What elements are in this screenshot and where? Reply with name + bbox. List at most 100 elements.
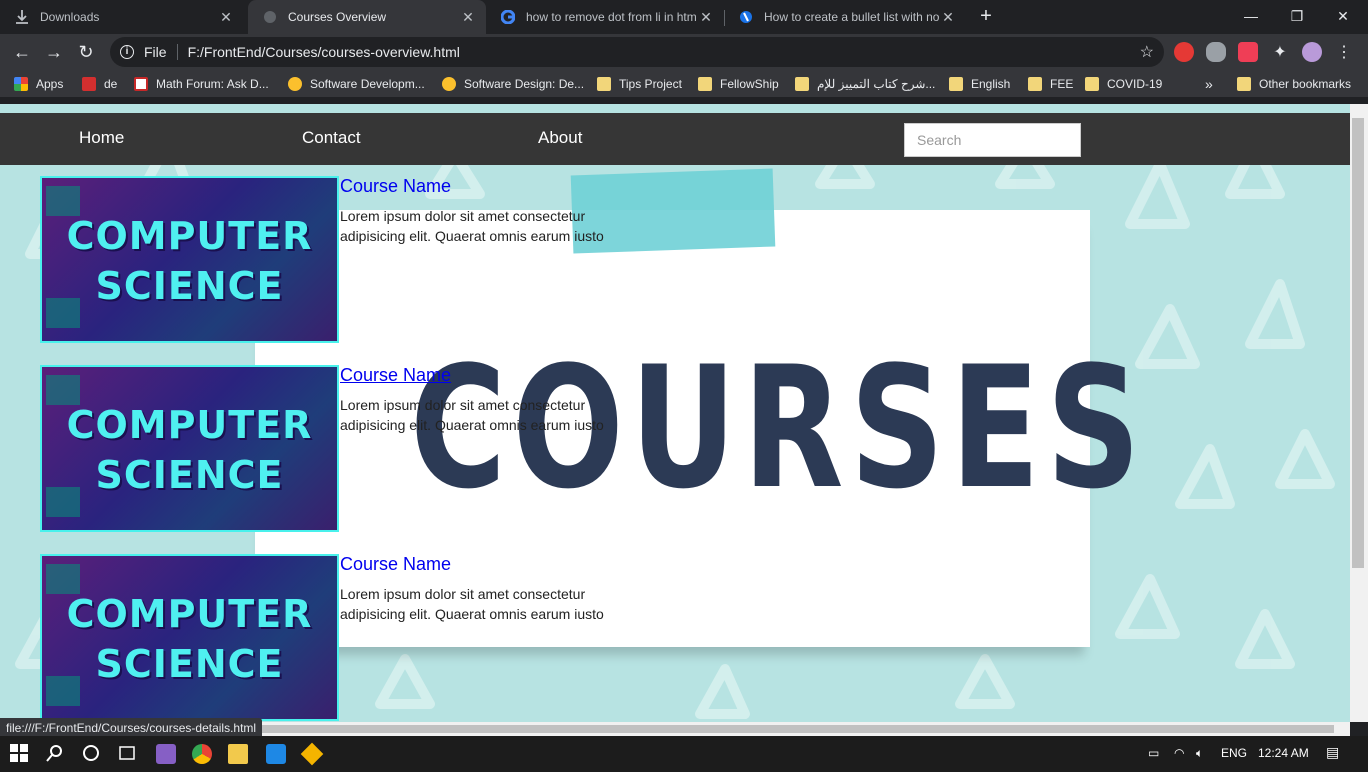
- close-tab-icon[interactable]: ✕: [698, 9, 714, 25]
- close-window-button[interactable]: ✕: [1320, 0, 1366, 32]
- close-tab-icon[interactable]: ✕: [218, 9, 234, 25]
- thumbnail-text-line2: SCIENCE: [95, 453, 284, 497]
- course-name-link[interactable]: Course Name: [340, 365, 451, 386]
- thumbnail-text-line1: COMPUTER: [66, 403, 313, 447]
- course-description: Lorem ipsum dolor sit amet consectetur a…: [340, 208, 604, 244]
- tab-title: how to remove dot from li in htm: [526, 10, 696, 24]
- bookmark-tips-project[interactable]: Tips Project: [597, 76, 682, 92]
- tab-google-search[interactable]: how to remove dot from li in htm ✕: [486, 0, 724, 34]
- task-view-icon[interactable]: [118, 744, 138, 764]
- tab-title: Courses Overview: [288, 10, 387, 24]
- tab-downloads[interactable]: Downloads ✕: [0, 0, 244, 34]
- windows-start-icon[interactable]: [10, 744, 30, 764]
- bookmark-arabic[interactable]: شرح كتاب التمييز للإم...: [795, 76, 935, 92]
- minimize-button[interactable]: —: [1228, 0, 1274, 32]
- search-input[interactable]: [904, 123, 1081, 157]
- cloud-extension-icon[interactable]: [1206, 42, 1226, 62]
- visual-studio-icon[interactable]: [156, 744, 176, 764]
- bookmark-other[interactable]: Other bookmarks: [1237, 76, 1351, 92]
- vscode-icon[interactable]: [266, 744, 286, 764]
- folder-icon: [698, 77, 712, 91]
- windows-taskbar: ▭ ◠ 🔈︎ ENG 12:24 AM ▤: [0, 736, 1368, 772]
- bookmark-covid[interactable]: COVID-19: [1085, 76, 1162, 92]
- url-scheme: File: [144, 44, 167, 60]
- wifi-icon[interactable]: ◠: [1174, 746, 1184, 760]
- sdlc-icon: [442, 77, 456, 91]
- url-divider: [176, 44, 178, 60]
- thumbnail-text-line1: COMPUTER: [66, 214, 313, 258]
- pocket-extension-icon[interactable]: [1238, 42, 1258, 62]
- volume-icon[interactable]: 🔈︎: [1196, 746, 1203, 761]
- bookmark-label: COVID-19: [1107, 77, 1163, 91]
- course-item: COMPUTER SCIENCE Course Name Lorem ipsum…: [40, 176, 740, 344]
- nav-home-link[interactable]: Home: [79, 128, 124, 148]
- bookmark-de[interactable]: de: [82, 76, 117, 92]
- nav-about-link[interactable]: About: [538, 128, 582, 148]
- bookmark-star-icon[interactable]: ☆: [1140, 42, 1154, 62]
- back-button[interactable]: ←: [8, 38, 36, 66]
- forward-button[interactable]: →: [40, 38, 68, 66]
- bookmark-label: شرح كتاب التمييز للإم...: [817, 77, 936, 91]
- course-item: COMPUTER SCIENCE Course Name Lorem ipsum…: [40, 365, 740, 533]
- bookmark-label: FEE: [1050, 77, 1074, 91]
- address-bar[interactable]: i File F:/FrontEnd/Courses/courses-overv…: [110, 37, 1164, 67]
- language-indicator[interactable]: ENG: [1221, 746, 1247, 760]
- course-description: Lorem ipsum dolor sit amet consectetur a…: [340, 586, 604, 622]
- restore-button[interactable]: ❐: [1274, 0, 1320, 32]
- bookmark-fee[interactable]: FEE: [1028, 76, 1073, 92]
- bookmark-label: Tips Project: [619, 77, 682, 91]
- course-thumbnail[interactable]: COMPUTER SCIENCE: [40, 176, 339, 343]
- tab-courses-overview[interactable]: Courses Overview ✕: [248, 0, 486, 34]
- clock[interactable]: 12:24 AM: [1258, 746, 1309, 760]
- course-thumbnail[interactable]: COMPUTER SCIENCE: [40, 365, 339, 532]
- bookmark-fellowship[interactable]: FellowShip: [698, 76, 779, 92]
- url-text: F:/FrontEnd/Courses/courses-overview.htm…: [187, 44, 460, 60]
- git-icon[interactable]: [300, 742, 324, 766]
- bookmark-apps[interactable]: Apps: [14, 76, 63, 92]
- cortana-icon[interactable]: [82, 744, 102, 764]
- chrome-icon[interactable]: [192, 744, 212, 764]
- course-thumbnail[interactable]: COMPUTER SCIENCE: [40, 554, 339, 721]
- file-explorer-icon[interactable]: [228, 744, 248, 764]
- status-bar-url: file:///F:/FrontEnd/Courses/courses-deta…: [0, 718, 263, 738]
- bookmark-math-forum[interactable]: Math Forum: Ask D...: [134, 76, 269, 92]
- math-icon: [134, 77, 148, 91]
- course-description: Lorem ipsum dolor sit amet consectetur a…: [340, 397, 604, 433]
- tab-title: How to create a bullet list with no: [764, 10, 940, 24]
- download-icon: [14, 9, 30, 25]
- profile-avatar[interactable]: [1302, 42, 1322, 62]
- folder-icon: [1085, 77, 1099, 91]
- bookmarks-overflow-button[interactable]: »: [1205, 76, 1213, 92]
- bookmark-label: Other bookmarks: [1259, 77, 1352, 91]
- adblock-extension-icon[interactable]: [1174, 42, 1194, 62]
- google-icon: [500, 9, 516, 25]
- course-name-link[interactable]: Course Name: [340, 554, 451, 575]
- bookmark-english[interactable]: English: [949, 76, 1010, 92]
- apps-icon: [14, 77, 28, 91]
- reload-button[interactable]: ↻: [72, 38, 100, 66]
- info-icon[interactable]: i: [120, 45, 134, 59]
- globe-icon: [262, 9, 278, 25]
- folder-icon: [795, 77, 809, 91]
- bookmark-software-design[interactable]: Software Design: De...: [442, 76, 584, 92]
- notifications-icon[interactable]: ▤: [1326, 744, 1339, 761]
- menu-kebab-icon[interactable]: ⋮: [1334, 42, 1354, 62]
- tab-bullet-list[interactable]: How to create a bullet list with no ✕: [724, 0, 966, 34]
- close-tab-icon[interactable]: ✕: [460, 9, 476, 25]
- new-tab-button[interactable]: +: [974, 5, 998, 29]
- search-icon[interactable]: [46, 744, 66, 764]
- bookmark-label: Math Forum: Ask D...: [156, 77, 269, 91]
- thumbnail-text-line1: COMPUTER: [66, 592, 313, 636]
- nav-contact-link[interactable]: Contact: [302, 128, 361, 148]
- page-viewport: COURSES Home Contact About COMPUTER SCIE…: [0, 104, 1350, 722]
- extensions-puzzle-icon[interactable]: ✦: [1270, 42, 1290, 62]
- battery-icon[interactable]: ▭: [1148, 746, 1159, 760]
- tab-strip: Downloads ✕ Courses Overview ✕ how to re…: [0, 0, 1368, 34]
- bookmarks-bar: Apps de Math Forum: Ask D... Software De…: [0, 70, 1368, 98]
- bookmark-red-icon: [82, 77, 96, 91]
- close-tab-icon[interactable]: ✕: [940, 9, 956, 25]
- bookmark-software-dev[interactable]: Software Developm...: [288, 76, 425, 92]
- vertical-scrollbar-thumb[interactable]: [1352, 118, 1364, 568]
- course-name-link[interactable]: Course Name: [340, 176, 451, 197]
- bookmark-label: de: [104, 77, 118, 91]
